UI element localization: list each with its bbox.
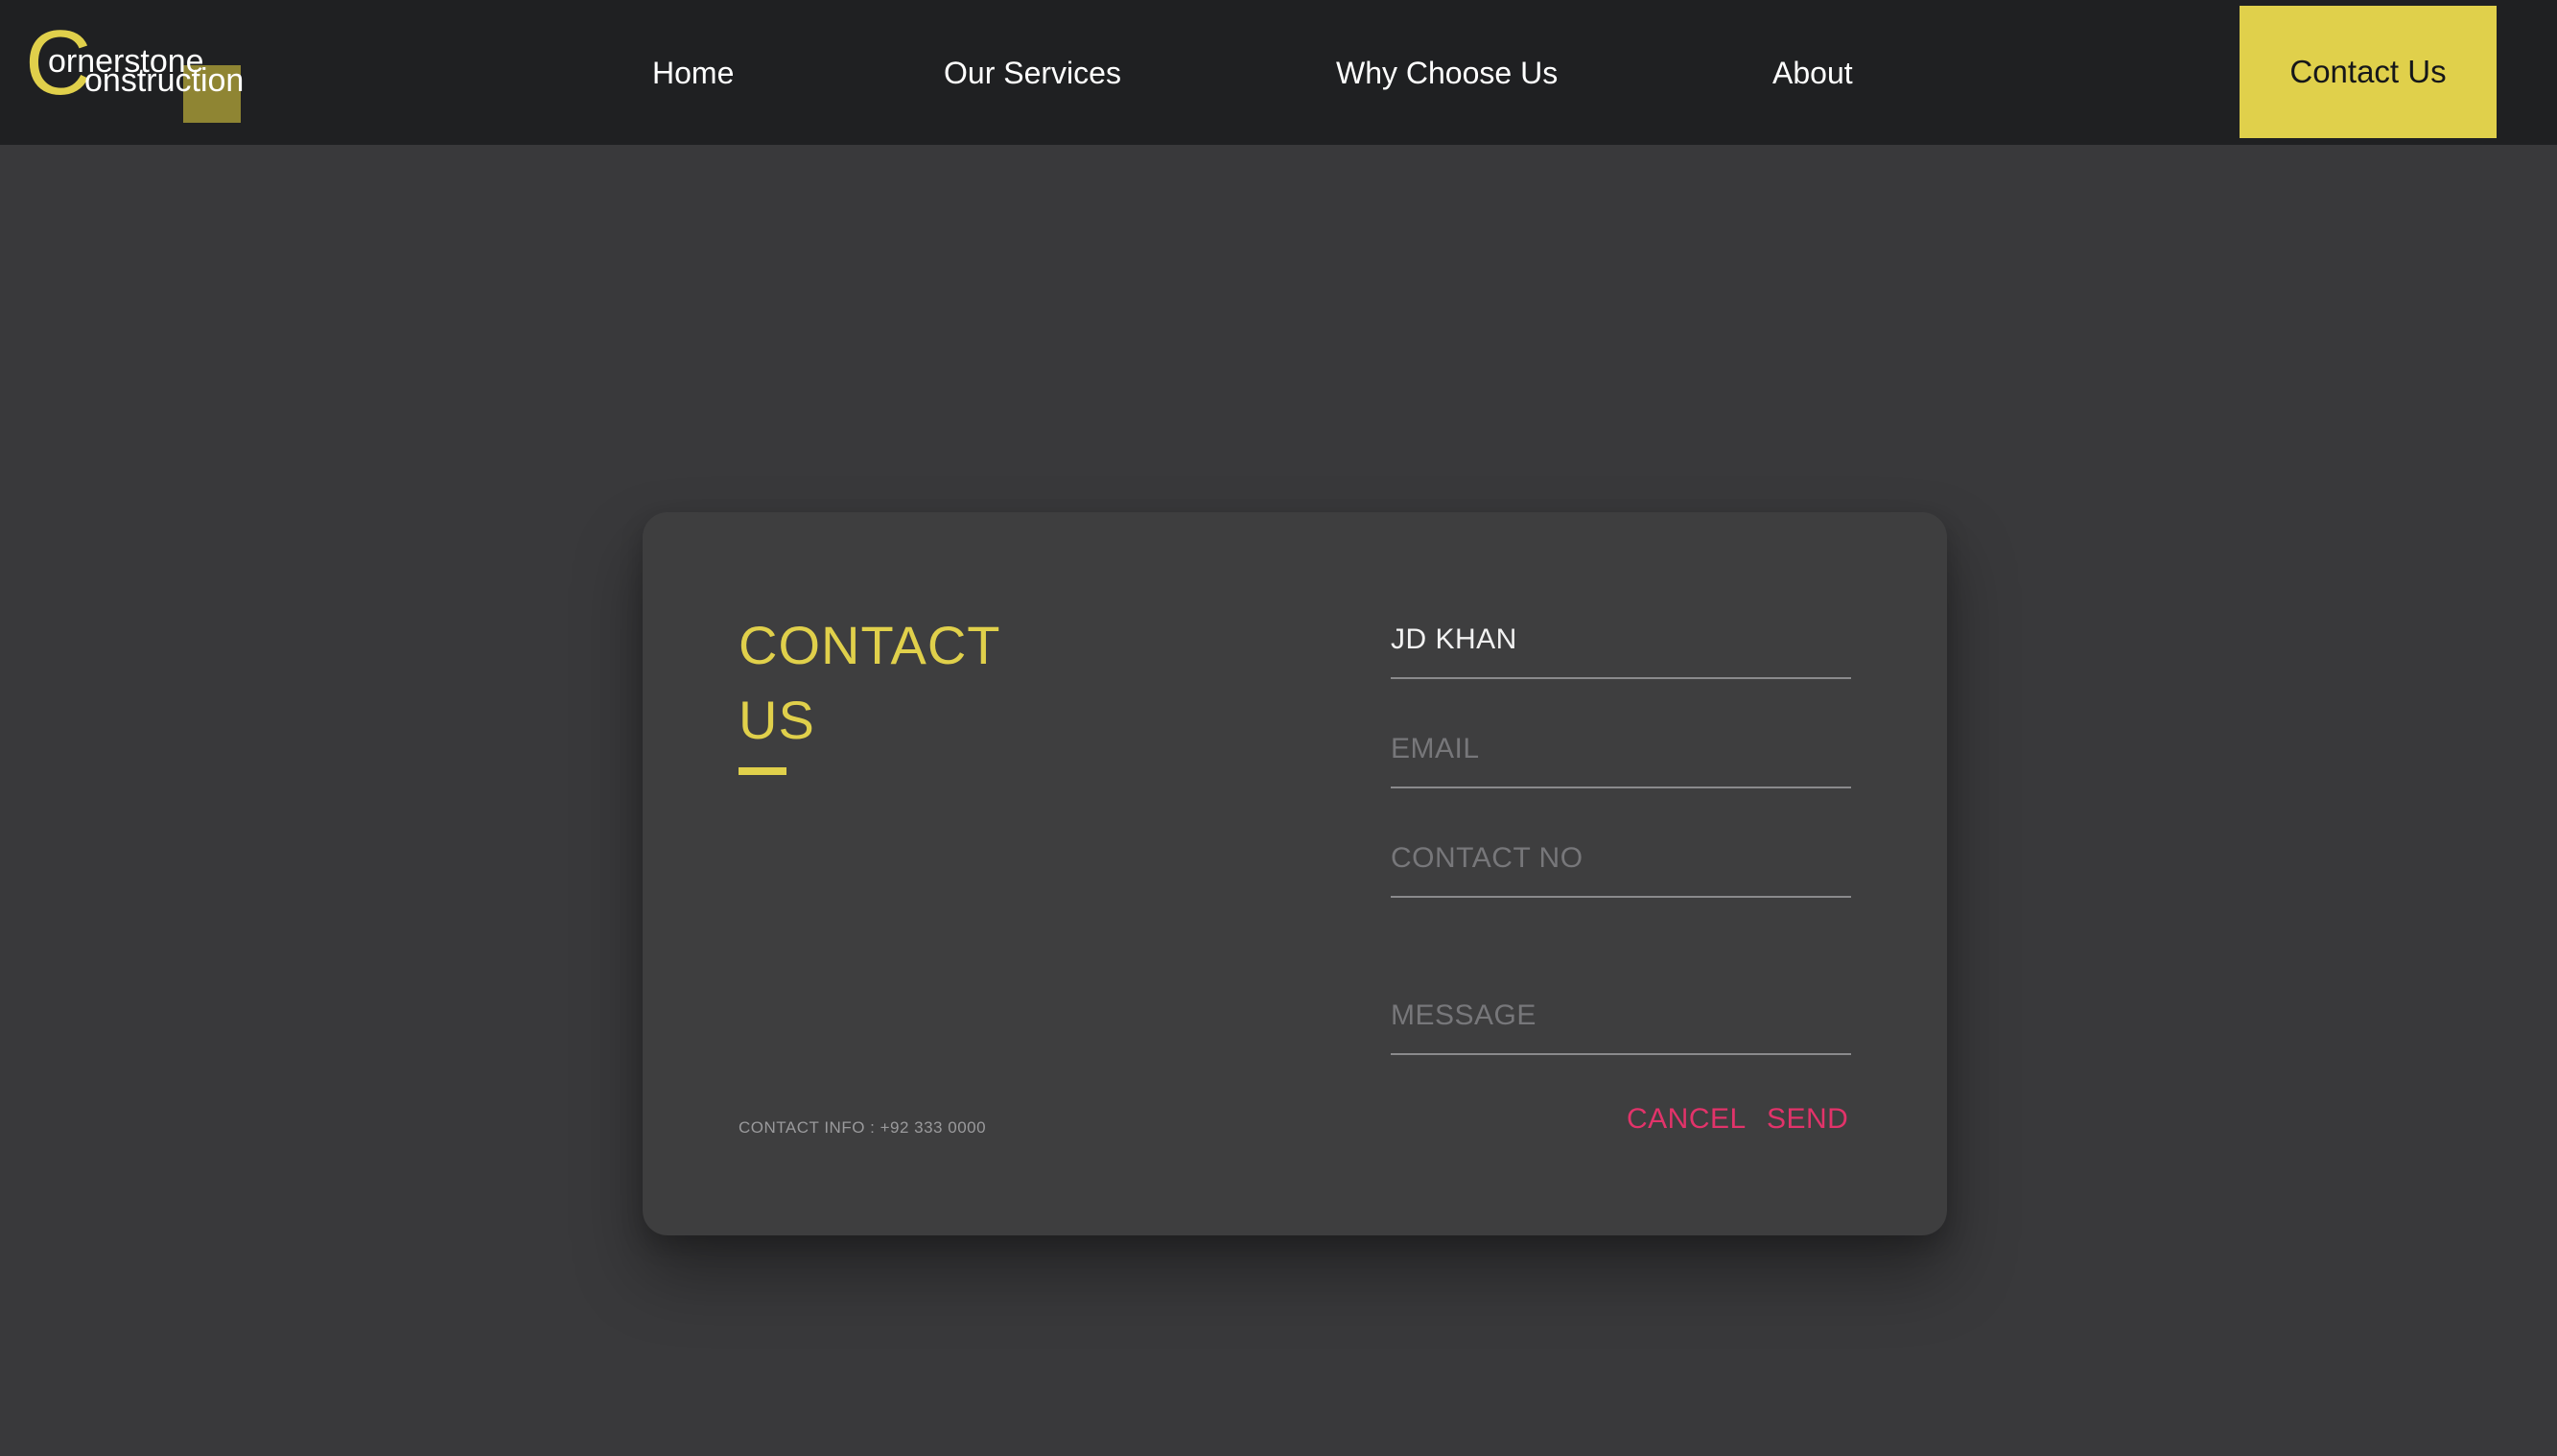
- message-input[interactable]: [1391, 992, 1851, 1040]
- send-button[interactable]: SEND: [1767, 1095, 1848, 1143]
- cancel-button[interactable]: CANCEL: [1627, 1095, 1747, 1143]
- title-underline-accent: [739, 767, 786, 775]
- logo-text-line2: onstruction: [84, 62, 245, 99]
- name-input[interactable]: [1391, 616, 1851, 664]
- message-field-wrapper: [1391, 992, 1851, 1055]
- email-field-wrapper: [1391, 725, 1851, 788]
- contact-form-card: CONTACT US CONTACT INFO : +92 333 0000 C…: [643, 512, 1947, 1235]
- contact-card-title: CONTACT US: [739, 615, 1000, 750]
- nav-why-choose-us-link[interactable]: Why Choose Us: [1336, 50, 1558, 96]
- contact-no-field-wrapper: [1391, 834, 1851, 898]
- nav-home-link[interactable]: Home: [652, 50, 734, 96]
- top-navigation-bar: C ornerstone onstruction Home Our Servic…: [0, 0, 2557, 145]
- contact-us-button[interactable]: Contact Us: [2240, 6, 2497, 138]
- brand-logo[interactable]: C ornerstone onstruction: [25, 17, 274, 127]
- contact-info-text: CONTACT INFO : +92 333 0000: [739, 1118, 987, 1137]
- nav-our-services-link[interactable]: Our Services: [944, 50, 1121, 96]
- name-field-wrapper: [1391, 616, 1851, 679]
- contact-no-input[interactable]: [1391, 834, 1851, 882]
- nav-about-link[interactable]: About: [1772, 50, 1853, 96]
- email-input[interactable]: [1391, 725, 1851, 773]
